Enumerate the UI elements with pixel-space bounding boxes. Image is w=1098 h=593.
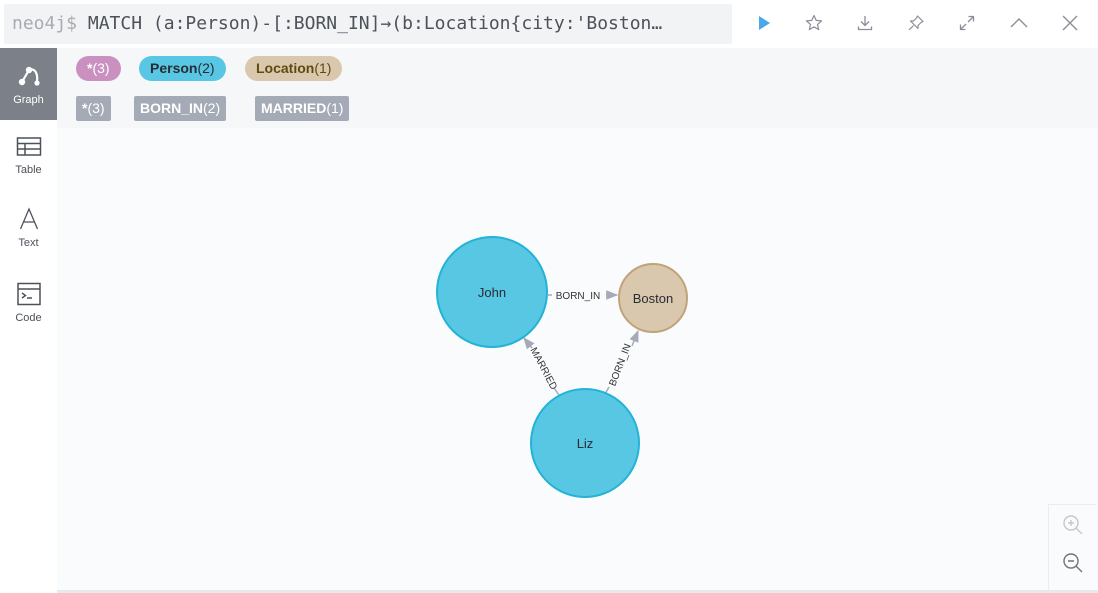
relationship-liz-born-in-boston[interactable]: BORN_IN xyxy=(604,329,639,395)
text-icon xyxy=(19,207,38,230)
fullscreen-button[interactable] xyxy=(951,8,983,38)
legend-rel-count: (3) xyxy=(87,100,105,116)
graph-canvas[interactable]: BORN_IN BORN_IN MARRIED John Boston Liz xyxy=(57,128,1098,591)
expand-icon xyxy=(959,15,975,31)
collapse-button[interactable] xyxy=(1003,8,1035,38)
legend-rel-name: MARRIED xyxy=(261,100,327,116)
legend-relationship-all[interactable]: *(3) xyxy=(76,96,111,121)
run-button[interactable] xyxy=(748,8,780,38)
legend-label-count: (1) xyxy=(314,60,332,76)
legend-relationship-married[interactable]: MARRIED(1) xyxy=(255,96,350,121)
relationship-caption: BORN_IN xyxy=(556,291,600,302)
graph-icon xyxy=(18,66,40,86)
legend-label-name: Location xyxy=(256,60,315,76)
legend-rel-count: (1) xyxy=(326,100,344,116)
zoom-out-button[interactable] xyxy=(1061,551,1085,575)
sidebar-item-label: Graph xyxy=(13,94,44,106)
sidebar-item-text[interactable]: Text xyxy=(0,191,57,263)
legend-label-location[interactable]: Location(1) xyxy=(245,56,343,81)
node-caption: Boston xyxy=(633,291,673,306)
relationship-caption: BORN_IN xyxy=(608,342,634,387)
legend-label-count: (2) xyxy=(197,60,215,76)
sidebar-item-graph[interactable]: Graph xyxy=(0,48,57,120)
favorite-button[interactable] xyxy=(798,8,830,38)
zoom-in-button[interactable] xyxy=(1061,513,1085,537)
code-icon xyxy=(16,282,41,306)
close-icon xyxy=(1062,15,1078,31)
node-john[interactable]: John xyxy=(436,236,548,348)
relationship-liz-married-john[interactable]: MARRIED xyxy=(523,337,560,396)
legend-rel-count: (2) xyxy=(203,100,221,116)
zoom-in-icon xyxy=(1063,515,1083,535)
play-icon xyxy=(759,16,770,30)
download-icon xyxy=(857,16,873,31)
node-caption: Liz xyxy=(577,436,594,451)
legend-label-all[interactable]: *(3) xyxy=(76,56,121,81)
sidebar-item-label: Code xyxy=(15,312,42,324)
sidebar-item-table[interactable]: Table xyxy=(0,120,57,192)
relationship-caption: MARRIED xyxy=(528,346,559,392)
legend-rel-name: BORN_IN xyxy=(140,100,204,116)
query-editor[interactable]: neo4j$ MATCH (a:Person)-[:BORN_IN]→(b:Lo… xyxy=(4,4,732,44)
sidebar-item-label: Table xyxy=(15,164,42,176)
query-bar: neo4j$ MATCH (a:Person)-[:BORN_IN]→(b:Lo… xyxy=(0,0,1098,48)
graph-svg: BORN_IN BORN_IN MARRIED John Boston Liz xyxy=(436,236,688,498)
query-text: MATCH (a:Person)-[:BORN_IN]→(b:Location{… xyxy=(87,13,663,34)
query-prompt: neo4j$ xyxy=(12,13,78,34)
node-caption: John xyxy=(478,285,506,300)
download-button[interactable] xyxy=(849,8,881,38)
zoom-controls xyxy=(1048,504,1096,590)
pin-button[interactable] xyxy=(900,8,932,38)
graph-legend: *(3) Person(2) Location(1) *(3) BORN_IN(… xyxy=(57,48,1098,128)
legend-label-count: (3) xyxy=(92,60,110,76)
pin-icon xyxy=(908,15,924,31)
legend-relationship-born-in[interactable]: BORN_IN(2) xyxy=(134,96,227,121)
table-icon xyxy=(16,137,41,156)
node-boston[interactable]: Boston xyxy=(618,263,688,333)
chevron-up-icon xyxy=(1010,18,1028,28)
node-liz[interactable]: Liz xyxy=(530,388,640,498)
sidebar-item-code[interactable]: Code xyxy=(0,266,57,338)
legend-label-person[interactable]: Person(2) xyxy=(139,56,226,81)
sidebar-item-label: Text xyxy=(18,237,39,249)
view-sidebar: Graph Table Text Code xyxy=(0,48,57,593)
close-button[interactable] xyxy=(1054,8,1086,38)
star-icon xyxy=(805,14,823,31)
relationship-john-born-in-boston[interactable]: BORN_IN xyxy=(548,290,619,302)
legend-label-name: Person xyxy=(150,60,198,76)
zoom-out-icon xyxy=(1063,553,1083,573)
